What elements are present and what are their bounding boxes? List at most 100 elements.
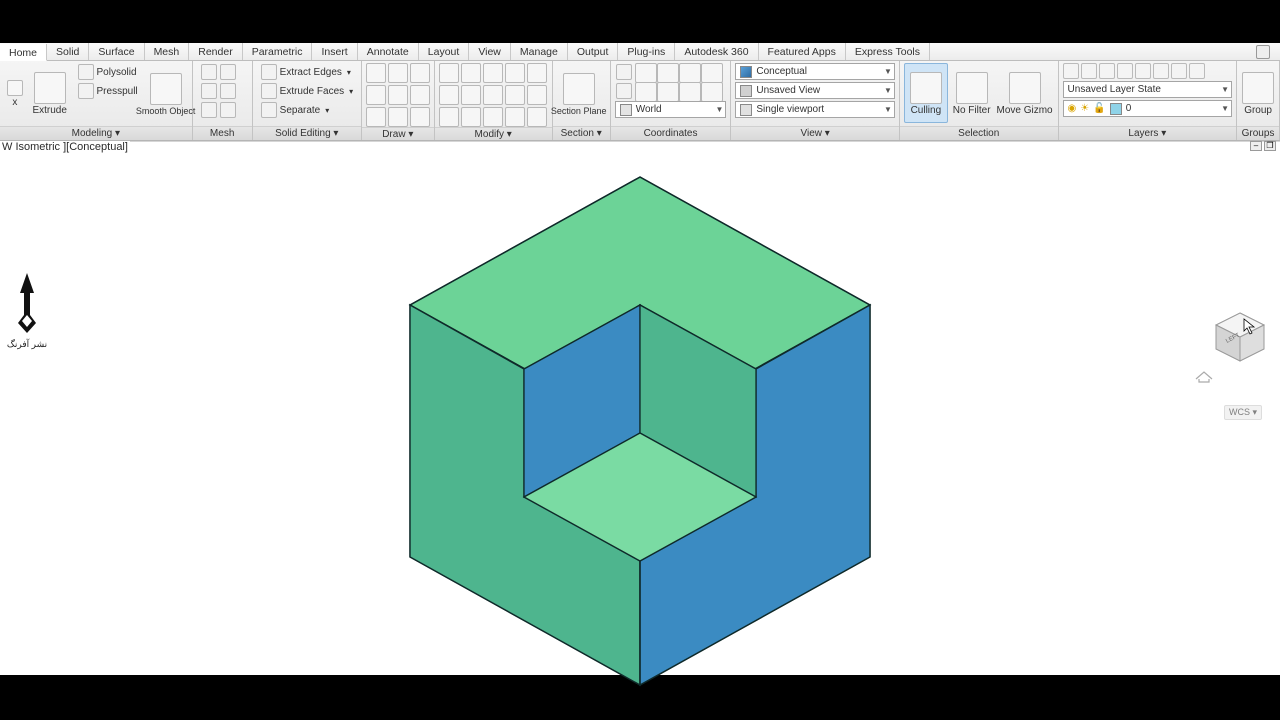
mesh-tool-2[interactable] (197, 82, 240, 100)
viewport-window-controls: ‒ ❐ (1250, 141, 1276, 151)
coord-tool[interactable] (679, 82, 701, 102)
draw-tool[interactable] (388, 107, 408, 127)
layer-tool[interactable] (1099, 63, 1115, 79)
coord-tool[interactable] (635, 82, 657, 102)
tab-plug-ins[interactable]: Plug-ins (618, 43, 675, 60)
panel-mesh: Mesh (193, 61, 253, 140)
modify-tool[interactable] (439, 63, 459, 83)
modify-tool[interactable] (461, 107, 481, 127)
draw-tool[interactable] (366, 63, 386, 83)
draw-tool[interactable] (388, 85, 408, 105)
viewcube-home-icon[interactable] (1194, 369, 1216, 383)
panel-title-view[interactable]: View ▾ (731, 126, 899, 140)
mesh-tool-3[interactable] (197, 101, 240, 119)
modify-tool[interactable] (505, 63, 525, 83)
tab-featured-apps[interactable]: Featured Apps (759, 43, 846, 60)
modify-tool[interactable] (483, 85, 503, 105)
modify-tool[interactable] (439, 107, 459, 127)
viewport-restore[interactable]: ❐ (1264, 141, 1276, 151)
coord-tool[interactable] (701, 82, 723, 102)
draw-tool[interactable] (366, 85, 386, 105)
tab-mesh[interactable]: Mesh (145, 43, 190, 60)
modify-tool[interactable] (439, 85, 459, 105)
coord-tool[interactable] (615, 82, 633, 100)
coord-tool[interactable] (701, 63, 723, 83)
panel-title-modify[interactable]: Modify ▾ (435, 127, 552, 141)
layer-tool[interactable] (1117, 63, 1133, 79)
tab-autodesk-360[interactable]: Autodesk 360 (675, 43, 758, 60)
layer-tool[interactable] (1063, 63, 1079, 79)
modify-tool[interactable] (483, 107, 503, 127)
tab-layout[interactable]: Layout (419, 43, 470, 60)
viewport-config-dropdown[interactable]: Single viewport▼ (735, 101, 895, 118)
mesh-tool-1[interactable] (197, 63, 240, 81)
ucs-dropdown[interactable]: World▼ (615, 101, 727, 118)
tab-express-tools[interactable]: Express Tools (846, 43, 930, 60)
box-split-button[interactable]: x (4, 63, 26, 123)
extract-edges-button[interactable]: Extract Edges▾ (257, 63, 358, 81)
coord-tool[interactable] (635, 63, 657, 83)
panel-title-draw[interactable]: Draw ▾ (362, 127, 434, 141)
panel-title-solid-editing[interactable]: Solid Editing ▾ (253, 126, 361, 140)
separate-button[interactable]: Separate▾ (257, 101, 358, 119)
coord-tool[interactable] (657, 63, 679, 83)
layer-state-dropdown[interactable]: Unsaved Layer State▼ (1063, 81, 1233, 98)
presspull-button[interactable]: Presspull (74, 82, 142, 100)
tab-manage[interactable]: Manage (511, 43, 568, 60)
tab-view[interactable]: View (469, 43, 511, 60)
modify-tool[interactable] (527, 85, 547, 105)
layer-tool[interactable] (1171, 63, 1187, 79)
draw-tool[interactable] (410, 107, 430, 127)
viewcube[interactable]: LEFT (1210, 307, 1270, 367)
draw-tool[interactable] (388, 63, 408, 83)
modify-tool[interactable] (527, 107, 547, 127)
help-icon[interactable] (1256, 45, 1270, 59)
modify-tool[interactable] (483, 63, 503, 83)
layer-tool[interactable] (1189, 63, 1205, 79)
coord-tool[interactable] (679, 63, 701, 83)
polysolid-button[interactable]: Polysolid (74, 63, 142, 81)
viewport-label[interactable]: W Isometric ][Conceptual] (0, 141, 130, 153)
layer-tool[interactable] (1153, 63, 1169, 79)
draw-tool[interactable] (410, 85, 430, 105)
tab-render[interactable]: Render (189, 43, 242, 60)
extrude-faces-button[interactable]: Extrude Faces▾ (257, 82, 358, 100)
section-plane-button[interactable]: Section Plane (557, 63, 601, 123)
draw-tool[interactable] (366, 107, 386, 127)
layer-on-icon: ◉ (1068, 103, 1077, 114)
coord-tool[interactable] (615, 63, 633, 81)
3d-solid-object[interactable] (408, 175, 872, 687)
wcs-indicator[interactable]: WCS ▾ (1224, 405, 1262, 420)
tab-annotate[interactable]: Annotate (358, 43, 419, 60)
modify-tool[interactable] (505, 85, 525, 105)
layer-tool[interactable] (1081, 63, 1097, 79)
modify-tool[interactable] (461, 63, 481, 83)
coord-tool[interactable] (657, 82, 679, 102)
tab-parametric[interactable]: Parametric (243, 43, 313, 60)
current-layer-dropdown[interactable]: ◉ ☀ 🔓 0▼ (1063, 100, 1233, 117)
culling-button[interactable]: Culling (904, 63, 948, 123)
tab-surface[interactable]: Surface (89, 43, 144, 60)
tab-home[interactable]: Home (0, 44, 47, 61)
tab-output[interactable]: Output (568, 43, 619, 60)
saved-view-dropdown[interactable]: Unsaved View▼ (735, 82, 895, 99)
modify-tool[interactable] (461, 85, 481, 105)
modify-tool[interactable] (505, 107, 525, 127)
layer-tool[interactable] (1135, 63, 1151, 79)
viewport-icon (740, 104, 752, 116)
panel-title-layers[interactable]: Layers ▾ (1059, 126, 1237, 140)
visual-style-dropdown[interactable]: Conceptual▼ (735, 63, 895, 80)
tab-solid[interactable]: Solid (47, 43, 89, 60)
tab-insert[interactable]: Insert (312, 43, 357, 60)
viewport-minimize[interactable]: ‒ (1250, 141, 1262, 151)
extrude-button[interactable]: Extrude (28, 63, 72, 123)
modify-tool[interactable] (527, 63, 547, 83)
draw-tool[interactable] (410, 63, 430, 83)
panel-title-section[interactable]: Section ▾ (553, 126, 610, 140)
panel-title-modeling[interactable]: Modeling ▾ (0, 126, 192, 140)
smooth-object-button[interactable]: Smooth Object (144, 63, 188, 123)
drawing-canvas[interactable]: نشر آفرنگ (0, 155, 1280, 675)
group-button[interactable]: Group (1241, 63, 1275, 123)
no-filter-button[interactable]: No Filter (950, 63, 994, 123)
move-gizmo-button[interactable]: Move Gizmo (996, 63, 1054, 123)
